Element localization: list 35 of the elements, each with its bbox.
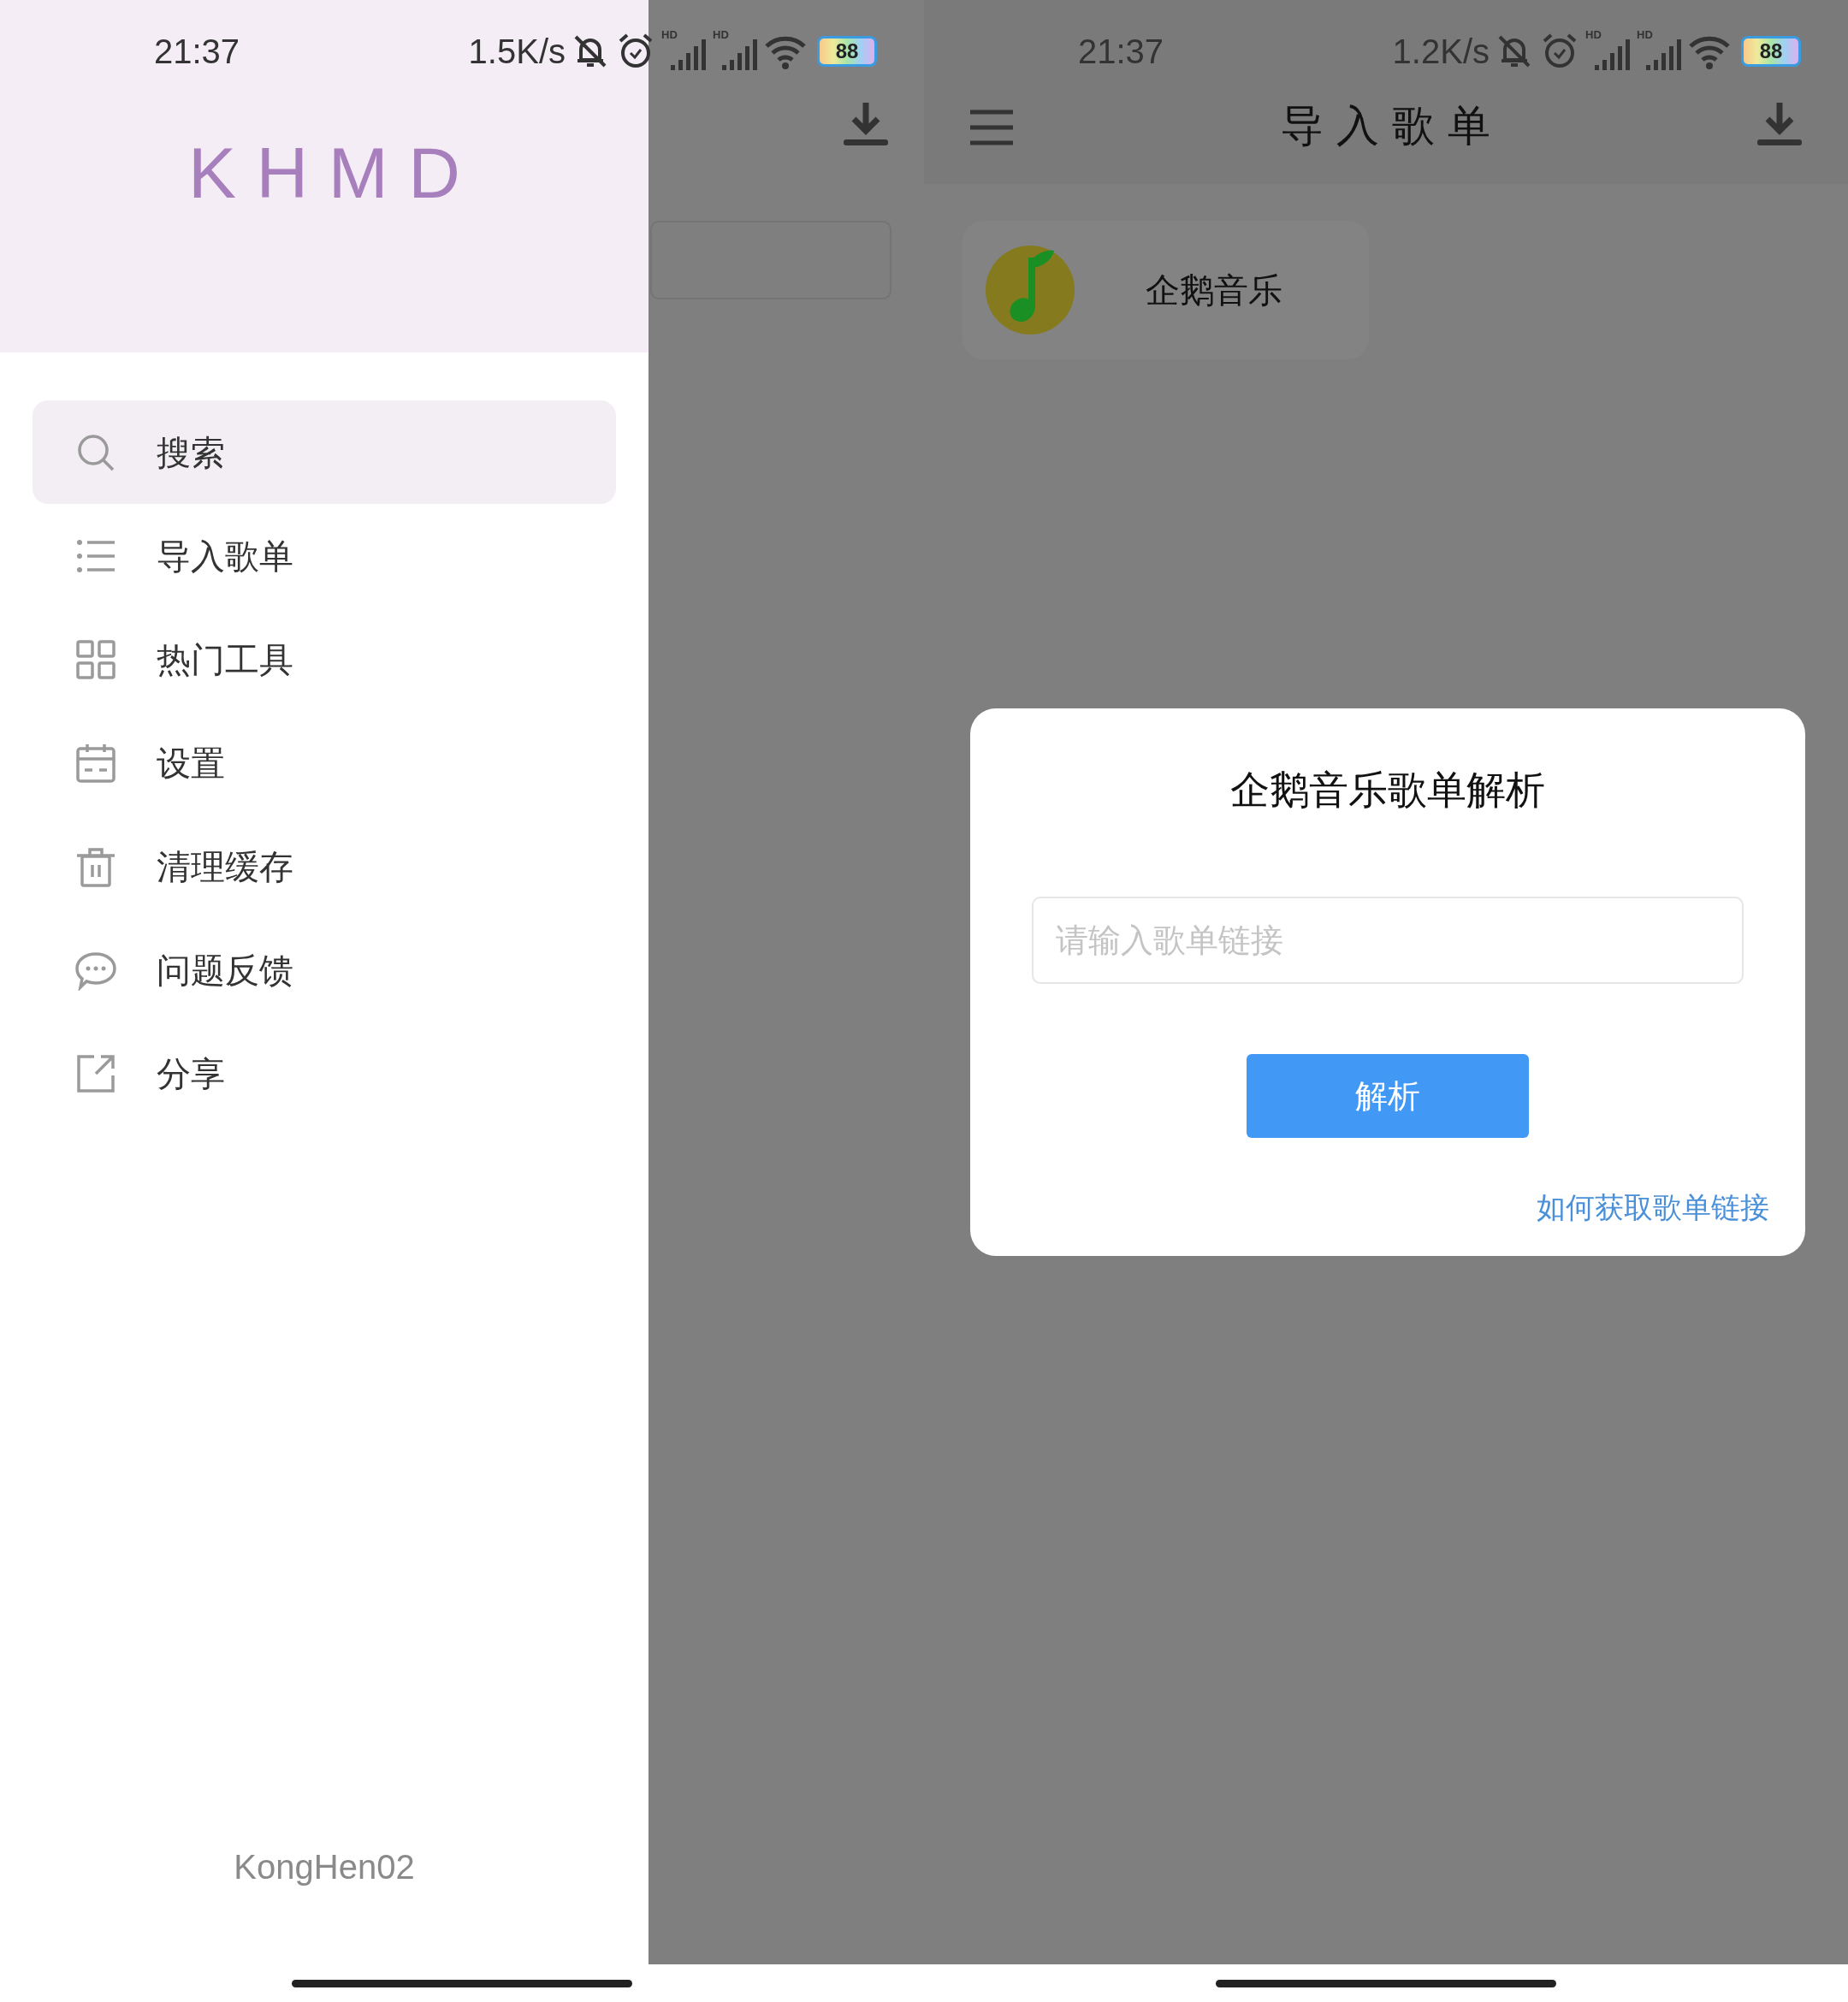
grid-icon — [75, 638, 116, 680]
music-note-logo-icon — [986, 246, 1075, 335]
share-icon — [75, 1052, 116, 1094]
network-type-label: HD — [1585, 29, 1602, 40]
screen-title: 导入歌单 — [1279, 104, 1503, 147]
status-time: 21:37 — [154, 32, 240, 72]
menu-item[interactable]: 导入歌单 — [33, 504, 616, 607]
network-speed: 1.2K/s — [1392, 32, 1490, 72]
app-logo: KHMD — [187, 137, 481, 209]
signal-icon — [1645, 39, 1681, 70]
network-type-label: HD — [661, 29, 678, 40]
signal-icon — [721, 39, 757, 70]
menu-item[interactable]: 分享 — [33, 1022, 616, 1125]
signal-icon — [670, 39, 706, 70]
dialog-title: 企鹅音乐歌单解析 — [1230, 770, 1545, 809]
footer-text: KongHen02 — [234, 1847, 415, 1887]
battery-indicator: 88 — [1741, 36, 1801, 67]
menu-item[interactable]: 搜索 — [33, 400, 616, 504]
network-speed: 1.5K/s — [468, 32, 566, 72]
menu-item[interactable]: 问题反馈 — [33, 918, 616, 1022]
menu-item[interactable]: 清理缓存 — [33, 814, 616, 918]
signal-icon — [1594, 39, 1630, 70]
network-type-label: HD — [1637, 29, 1653, 40]
trash-icon — [75, 845, 116, 887]
status-time: 21:37 — [1078, 32, 1164, 72]
alarm-icon — [1541, 33, 1578, 70]
network-type-label: HD — [713, 29, 729, 40]
calendar-icon — [75, 742, 116, 784]
menu-icon — [968, 108, 1015, 147]
menu-item[interactable]: 热门工具 — [33, 607, 616, 711]
alarm-icon — [617, 33, 654, 70]
music-source-card[interactable]: 企鹅音乐 — [962, 221, 1369, 359]
menu-item[interactable]: 设置 — [33, 711, 616, 814]
battery-indicator: 88 — [817, 36, 877, 67]
link-input-field[interactable]: 请输入歌单链接 — [1032, 897, 1744, 984]
